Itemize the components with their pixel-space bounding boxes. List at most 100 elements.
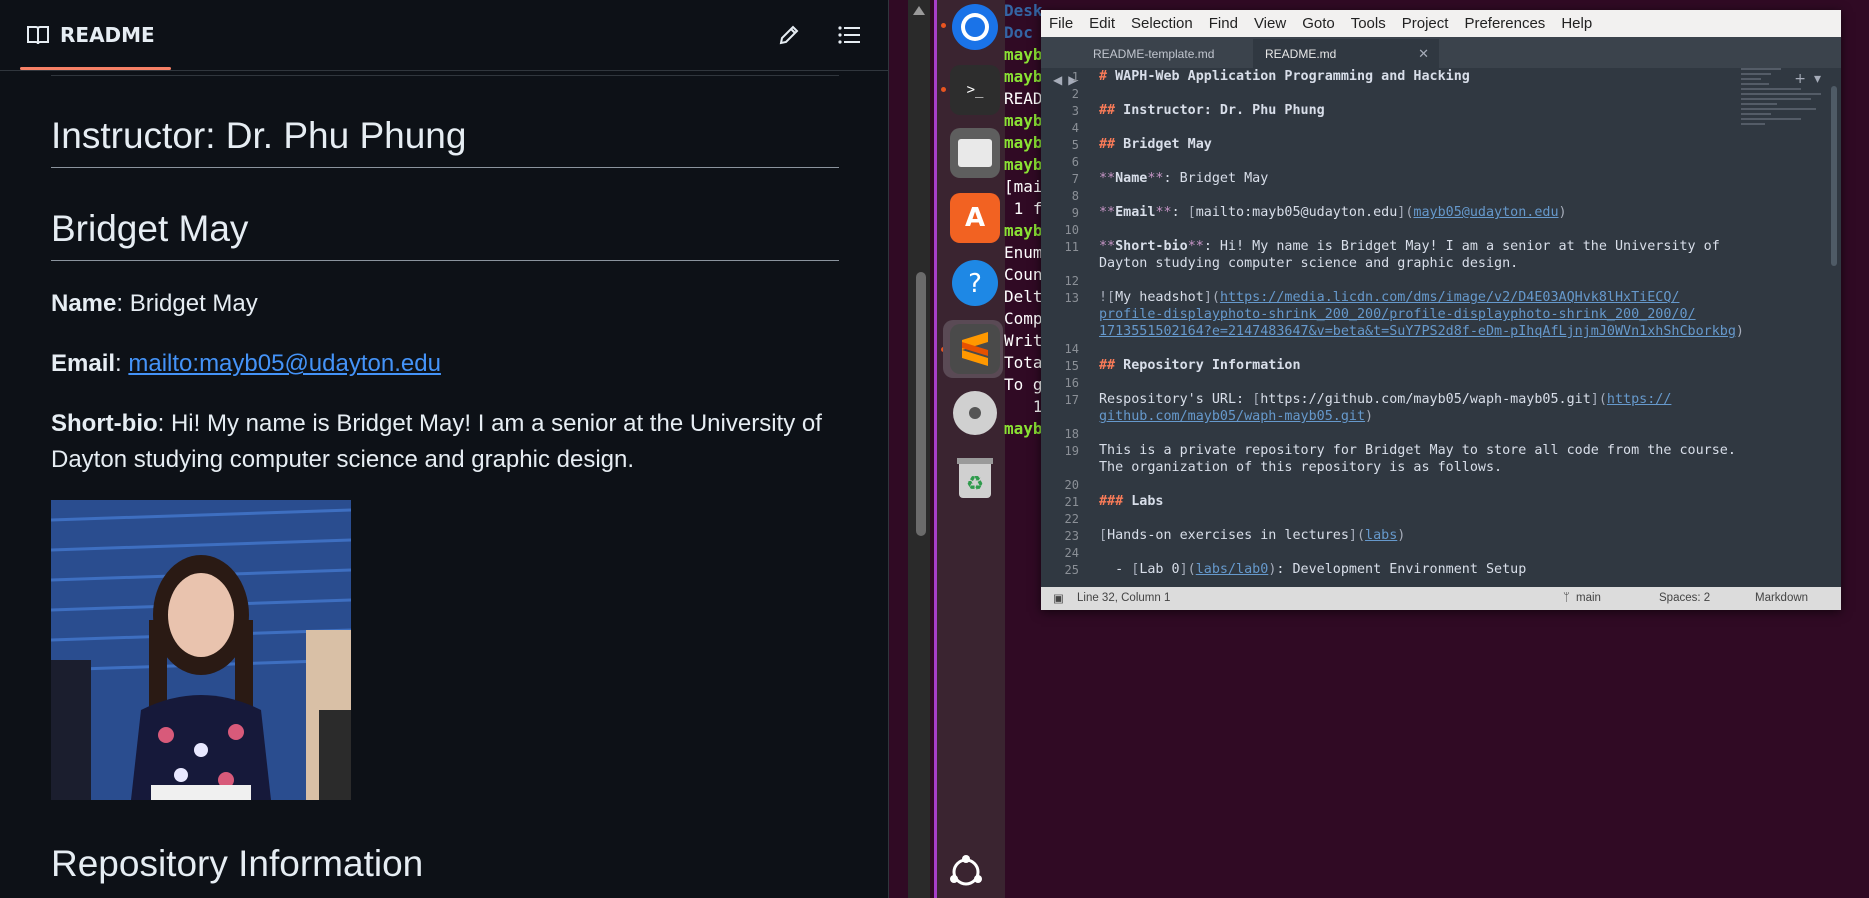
name-value: : Bridget May [116, 290, 258, 317]
link-text: Hands-on exercises in lectures [1107, 528, 1349, 543]
pencil-icon[interactable] [776, 22, 802, 48]
menu-find[interactable]: Find [1201, 15, 1246, 32]
code-line: **Short-bio**: Hi! My name is Bridget Ma… [1099, 239, 1720, 254]
svg-text:♻: ♻ [966, 471, 984, 495]
sublime-text-window: File Edit Selection Find View Goto Tools… [1041, 10, 1841, 610]
bold-mark: ** [1147, 171, 1164, 186]
bio-label: Short-bio [51, 410, 158, 437]
code-line-wrap: 1713551502164?e=2147483647&v=beta&t=SuY7… [1099, 324, 1744, 339]
bold-mark: ** [1099, 171, 1116, 186]
link-url: mayb05@udayton.edu [1413, 205, 1559, 220]
bracket: ![ [1099, 290, 1116, 305]
code-line: **Name**: Bridget May [1099, 171, 1268, 186]
bracket: ) [1397, 528, 1406, 543]
line-number: 23 [1064, 529, 1079, 543]
list-mark: - [1099, 562, 1132, 577]
link-url: https://media.licdn.com/dms/image/v2/D4E… [1219, 290, 1680, 305]
github-readme-pane: README Instructor: Dr. Phu Phung Bridget… [0, 0, 889, 898]
bracket: [ [1099, 528, 1108, 543]
line-number: 22 [1064, 512, 1079, 526]
code-line: Respository's URL: [https://github.com/m… [1099, 392, 1671, 407]
code-line-wrap: Dayton studying computer science and gra… [1099, 256, 1519, 271]
readme-header: README [0, 0, 888, 71]
list-icon[interactable] [836, 22, 862, 48]
name-label: Name [51, 290, 117, 317]
chrome-icon[interactable] [950, 2, 1000, 52]
menu-preferences[interactable]: Preferences [1456, 15, 1553, 32]
running-indicator [941, 23, 946, 28]
close-icon[interactable]: ✕ [1418, 46, 1429, 62]
heading-mark: ## [1099, 358, 1116, 373]
menu-view[interactable]: View [1246, 15, 1294, 32]
instructor-heading: Instructor: Dr. Phu Phung [51, 115, 839, 168]
bold-mark: ** [1155, 205, 1172, 220]
link-url: labs/lab0 [1195, 562, 1269, 577]
menu-bar: File Edit Selection Find View Goto Tools… [1041, 10, 1841, 37]
menu-edit[interactable]: Edit [1081, 15, 1123, 32]
menu-help[interactable]: Help [1553, 15, 1600, 32]
readme-tab[interactable]: README [20, 0, 171, 70]
sublime-text-icon[interactable] [950, 324, 1000, 374]
line-number: 17 [1064, 393, 1079, 407]
bracket: ]( [1397, 205, 1414, 220]
tab-readme[interactable]: README.md ✕ [1253, 39, 1439, 68]
menu-file[interactable]: File [1041, 15, 1081, 32]
link-url: 1713551502164?e=2147483647&v=beta&t=SuY7… [1099, 324, 1736, 339]
app-center-icon[interactable]: A [950, 193, 1000, 243]
help-icon[interactable]: ? [950, 258, 1000, 308]
line-number: 13 [1064, 291, 1079, 305]
name-heading: Bridget May [51, 208, 839, 261]
heading-mark: ## [1099, 137, 1116, 152]
repository-heading: Repository Information [51, 843, 424, 884]
plain-text: : Development Environment Setup [1276, 562, 1527, 577]
bold-mark: ** [1099, 205, 1116, 220]
heading-mark: ## [1099, 103, 1116, 118]
code-line-wrap: github.com/mayb05/waph-mayb05.git) [1099, 409, 1373, 424]
code-line: This is a private repository for Bridget… [1099, 443, 1736, 458]
heading-text: WAPH-Web Application Programming and Hac… [1107, 69, 1470, 84]
git-branch[interactable]: main [1576, 592, 1601, 604]
headshot-image [51, 500, 351, 800]
name-paragraph: Name: Bridget May [51, 286, 841, 322]
heading-text: Bridget May [1115, 137, 1212, 152]
disc-icon[interactable] [950, 388, 1000, 438]
terminal-icon[interactable]: >_ [950, 65, 1000, 115]
scroll-up-icon[interactable] [913, 6, 925, 15]
bold-mark: ** [1187, 239, 1204, 254]
link-text: Lab 0 [1139, 562, 1180, 577]
code-line: ![My headshot](https://media.licdn.com/d… [1099, 290, 1679, 305]
running-indicator [941, 87, 946, 92]
bracket: ]( [1179, 562, 1196, 577]
files-icon[interactable] [950, 128, 1000, 178]
line-number: 4 [1071, 121, 1079, 135]
heading-text: Labs [1123, 494, 1164, 509]
link-text: https://github.com/mayb05/waph-mayb05.gi… [1260, 392, 1591, 407]
menu-selection[interactable]: Selection [1123, 15, 1201, 32]
panel-toggle-icon[interactable]: ▣ [1053, 591, 1064, 605]
code-line: ## Instructor: Dr. Phu Phung [1099, 103, 1325, 118]
scrollbar-thumb[interactable] [916, 272, 926, 536]
email-link[interactable]: mailto:mayb05@udayton.edu [128, 350, 441, 377]
email-paragraph: Email: mailto:mayb05@udayton.edu [51, 350, 441, 377]
minimap[interactable] [1741, 68, 1829, 148]
menu-project[interactable]: Project [1394, 15, 1457, 32]
show-apps-icon[interactable] [949, 855, 983, 889]
trash-icon[interactable]: ♻ [950, 452, 1000, 502]
code-line: [Hands-on exercises in lectures](labs) [1099, 528, 1405, 543]
bracket: ]( [1348, 528, 1366, 543]
editor-scrollbar[interactable] [1831, 86, 1837, 266]
indentation-setting[interactable]: Spaces: 2 [1659, 592, 1710, 604]
svg-text:?: ? [968, 269, 982, 299]
image-alt: My headshot [1115, 290, 1204, 305]
syntax-setting[interactable]: Markdown [1755, 592, 1808, 604]
bold-text: Short-bio [1115, 239, 1188, 254]
code-line-wrap: The organization of this repository is a… [1099, 460, 1503, 475]
heading-mark: # [1099, 69, 1108, 84]
bracket: ) [1365, 409, 1374, 424]
line-number: 8 [1071, 189, 1079, 203]
menu-goto[interactable]: Goto [1294, 15, 1343, 32]
line-number: 5 [1071, 138, 1079, 152]
line-number: 19 [1064, 444, 1079, 458]
plain-text: Respository's URL: [1099, 392, 1253, 407]
menu-tools[interactable]: Tools [1343, 15, 1394, 32]
